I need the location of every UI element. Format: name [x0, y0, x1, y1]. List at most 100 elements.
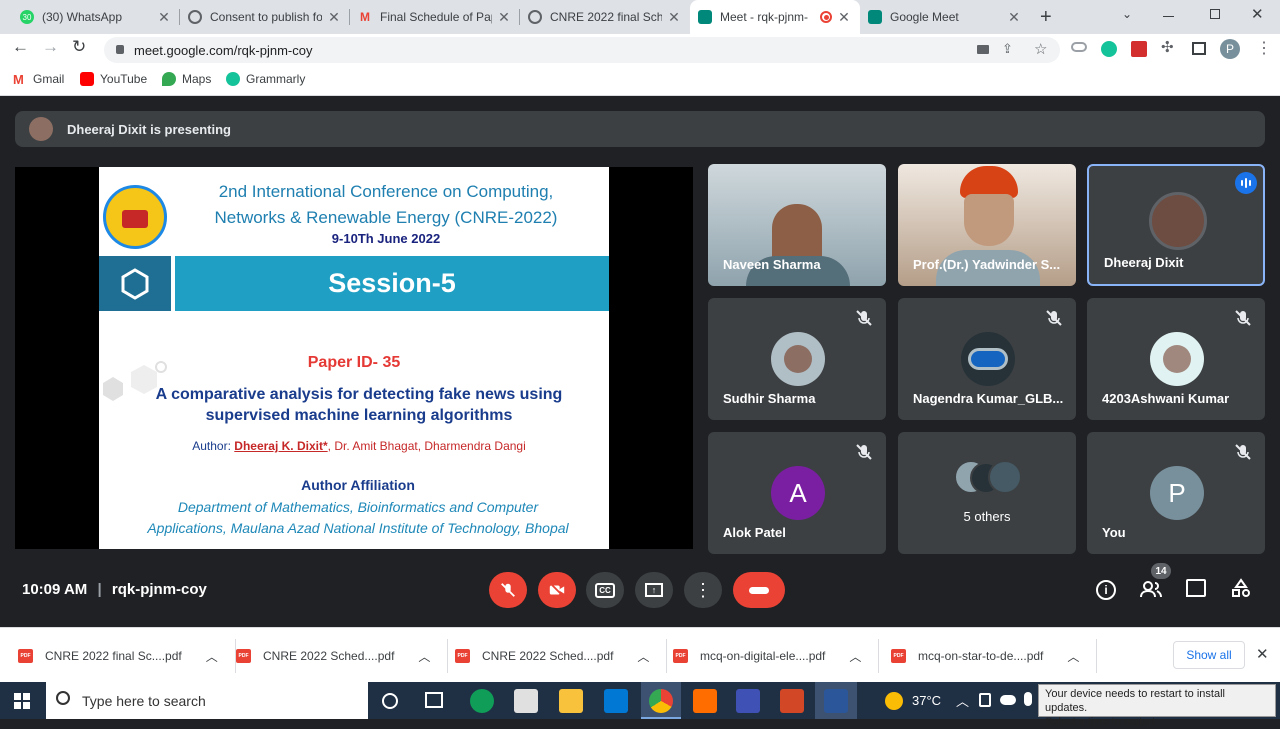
edge-icon[interactable]	[470, 689, 494, 713]
bookmark-star-icon[interactable]: ☆	[1034, 40, 1047, 58]
participant-tile[interactable]: Naveen Sharma	[708, 164, 886, 286]
visio-icon[interactable]	[736, 689, 760, 713]
info-icon[interactable]: i	[1096, 580, 1116, 600]
show-all-button[interactable]: Show all	[1173, 641, 1245, 669]
puzzle-extensions-icon[interactable]: ✣	[1161, 38, 1174, 56]
tab-cnre[interactable]: CNRE 2022 final Sche ✕	[520, 0, 690, 34]
bookmark-youtube[interactable]: YouTube	[80, 72, 147, 86]
participant-tile[interactable]: Nagendra Kumar_GLB...	[898, 298, 1076, 420]
participant-tile[interactable]: 4203Ashwani Kumar	[1087, 298, 1265, 420]
bookmark-gmail[interactable]: M Gmail	[13, 72, 64, 87]
more-options-button[interactable]: ⋮	[684, 572, 722, 608]
download-item[interactable]: PDF mcq-on-digital-ele....pdf ︿	[673, 639, 880, 673]
participant-avatar	[771, 332, 825, 386]
close-tab-icon[interactable]: ✕	[666, 9, 682, 26]
meet-icon	[868, 10, 882, 24]
participant-tile[interactable]: Prof.(Dr.) Yadwinder S...	[898, 164, 1076, 286]
profile-avatar[interactable]: P	[1220, 39, 1240, 59]
taskbar-chrome-active[interactable]	[641, 682, 681, 719]
taskbar-search-box[interactable]: Type here to search	[46, 682, 368, 719]
share-icon[interactable]: ⇪	[1002, 41, 1013, 57]
self-tile[interactable]: P You	[1087, 432, 1265, 554]
camera-icon[interactable]	[977, 45, 989, 54]
gmail-icon: M	[360, 10, 370, 24]
chevron-up-icon[interactable]: ︿	[206, 648, 218, 665]
more-vert-icon: ⋮	[694, 579, 712, 600]
forward-button[interactable]: →	[42, 37, 59, 57]
close-tab-icon[interactable]: ✕	[156, 9, 172, 26]
people-button[interactable]: 14	[1140, 563, 1171, 599]
close-downloads-icon[interactable]: ✕	[1256, 645, 1269, 663]
chat-icon[interactable]	[1186, 579, 1206, 597]
minimize-button[interactable]	[1163, 16, 1174, 17]
taskbar-word[interactable]	[815, 682, 857, 719]
search-placeholder: Type here to search	[82, 692, 206, 709]
affiliation-line1: Department of Mathematics, Bioinformatic…	[177, 499, 539, 515]
leave-call-button[interactable]	[733, 572, 785, 608]
file-explorer-icon[interactable]	[559, 689, 583, 713]
tab-whatsapp[interactable]: 30 (30) WhatsApp ✕	[12, 0, 180, 34]
tab-meet-active[interactable]: Meet - rqk-pjnm- ✕	[690, 0, 860, 34]
chevron-up-icon[interactable]: ︿	[956, 691, 969, 710]
restore-button[interactable]	[1210, 9, 1220, 19]
restart-notification[interactable]: Your device needs to restart to install …	[1038, 684, 1276, 728]
participant-tile-speaking[interactable]: Dheeraj Dixit	[1087, 164, 1265, 286]
store-icon[interactable]	[514, 689, 538, 713]
task-view-icon[interactable]	[425, 692, 443, 708]
author-main: Dheeraj K. Dixit*	[234, 439, 328, 453]
close-tab-icon[interactable]: ✕	[1006, 9, 1022, 26]
grammarly-extension-icon[interactable]	[1101, 41, 1117, 57]
weather-temp[interactable]: 37°C	[912, 693, 941, 708]
menu-kebab-icon[interactable]: ⋮	[1256, 38, 1272, 58]
onedrive-cloud-icon[interactable]	[1000, 695, 1016, 705]
back-button[interactable]: ←	[12, 37, 29, 57]
tab-consent[interactable]: Consent to publish fo ✕	[180, 0, 350, 34]
windows-taskbar: Type here to search 37°C ︿ Your device n…	[0, 682, 1280, 728]
download-item[interactable]: PDF CNRE 2022 Sched....pdf ︿	[236, 639, 449, 673]
reload-button[interactable]: ↻	[72, 37, 86, 57]
tab-gmail[interactable]: M Final Schedule of Pap ✕	[350, 0, 520, 34]
windows-start-icon[interactable]	[14, 693, 30, 709]
camera-toggle-button[interactable]	[538, 572, 576, 608]
bookmark-maps[interactable]: Maps	[162, 72, 211, 86]
tab-search-icon[interactable]: ⌄	[1122, 7, 1132, 21]
address-bar[interactable]: meet.google.com/rqk-pjnm-coy ⇪ ☆	[104, 37, 1060, 63]
bookmark-grammarly[interactable]: Grammarly	[226, 72, 305, 86]
chevron-up-icon[interactable]: ︿	[849, 648, 861, 665]
participant-tile[interactable]: Sudhir Sharma	[708, 298, 886, 420]
present-now-button[interactable]: ↑	[635, 572, 673, 608]
chevron-up-icon[interactable]: ︿	[1067, 648, 1079, 665]
chevron-up-icon[interactable]: ︿	[418, 648, 430, 665]
new-tab-button[interactable]: +	[1040, 6, 1052, 29]
device-icon[interactable]	[979, 693, 991, 707]
participant-avatar	[1150, 332, 1204, 386]
close-tab-icon[interactable]: ✕	[496, 9, 512, 26]
mic-toggle-button[interactable]	[489, 572, 527, 608]
tab-label: Meet - rqk-pjnm-	[720, 10, 809, 24]
matlab-icon[interactable]	[693, 689, 717, 713]
close-window-button[interactable]: ✕	[1251, 5, 1264, 23]
weather-sun-icon[interactable]	[885, 692, 903, 710]
close-tab-icon[interactable]: ✕	[326, 9, 342, 26]
activities-button[interactable]	[1231, 578, 1251, 598]
powerpoint-icon[interactable]	[780, 689, 804, 713]
mic-off-icon	[1235, 310, 1251, 326]
participant-tile[interactable]: A Alok Patel	[708, 432, 886, 554]
close-tab-icon[interactable]: ✕	[836, 9, 852, 26]
self-avatar: P	[1150, 466, 1204, 520]
others-tile[interactable]: 5 others	[898, 432, 1076, 554]
extension-icon[interactable]	[1131, 41, 1147, 57]
chevron-up-icon[interactable]: ︿	[637, 648, 649, 665]
mail-icon[interactable]	[604, 689, 628, 713]
cloud-extension-icon[interactable]	[1071, 42, 1087, 52]
tab-google-meet[interactable]: Google Meet ✕	[860, 0, 1030, 34]
download-item[interactable]: PDF CNRE 2022 Sched....pdf ︿	[455, 639, 668, 673]
download-item[interactable]: PDF mcq-on-star-to-de....pdf ︿	[891, 639, 1098, 673]
download-item[interactable]: PDF CNRE 2022 final Sc....pdf ︿	[18, 639, 236, 673]
cortana-icon[interactable]	[382, 693, 398, 709]
mic-icon[interactable]	[1024, 692, 1032, 706]
captions-icon: CC	[595, 582, 615, 598]
captions-button[interactable]: CC	[586, 572, 624, 608]
sidepanel-icon[interactable]	[1192, 42, 1206, 55]
bookmarks-bar: M Gmail YouTube Maps Grammarly	[0, 64, 1280, 96]
